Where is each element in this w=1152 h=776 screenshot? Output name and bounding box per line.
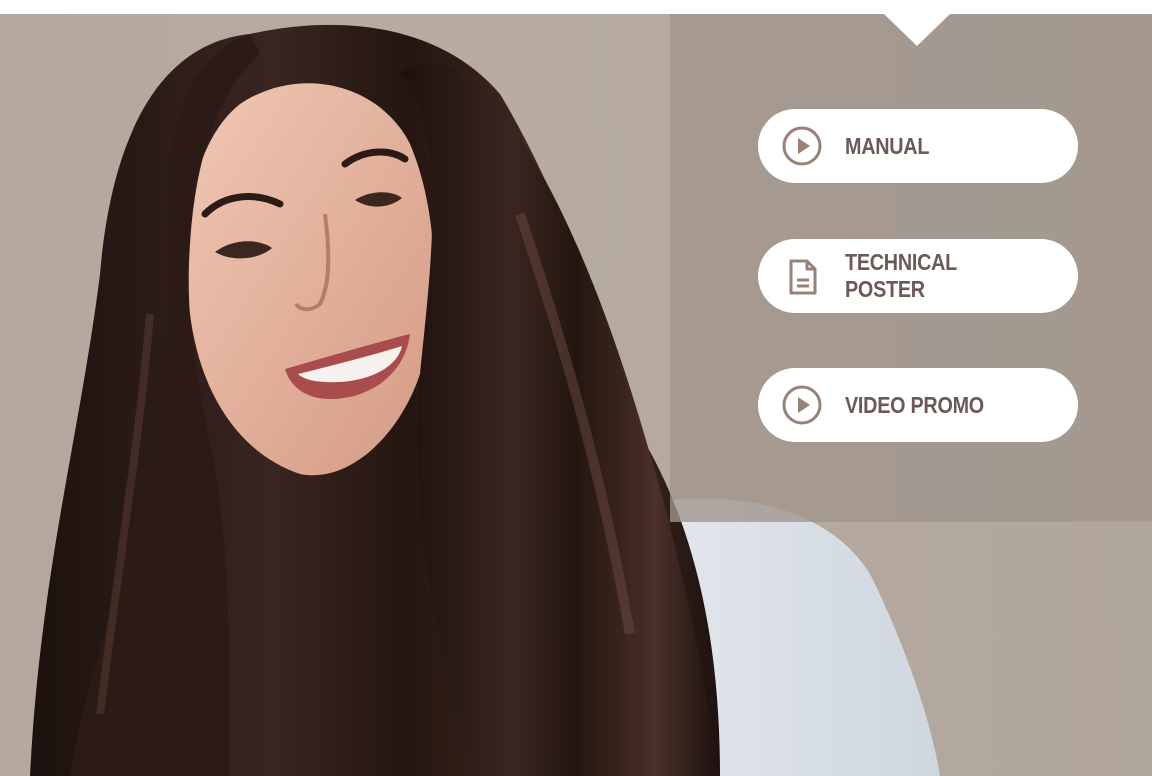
- play-circle-icon: [780, 124, 824, 168]
- video-promo-button-label: VIDEO PROMO: [845, 391, 984, 418]
- document-icon: [780, 254, 824, 298]
- technical-poster-button-label: TECHNICAL POSTER: [845, 249, 957, 302]
- top-strip: [0, 0, 1152, 14]
- manual-button-label: MANUAL: [845, 132, 930, 159]
- video-promo-button[interactable]: VIDEO PROMO: [758, 368, 1078, 442]
- play-circle-icon: [780, 383, 824, 427]
- panel-notch: [884, 14, 950, 46]
- page: MANUAL TECHNICAL POSTER VIDEO PROMO: [0, 0, 1152, 776]
- manual-button[interactable]: MANUAL: [758, 109, 1078, 183]
- technical-poster-button[interactable]: TECHNICAL POSTER: [758, 239, 1078, 313]
